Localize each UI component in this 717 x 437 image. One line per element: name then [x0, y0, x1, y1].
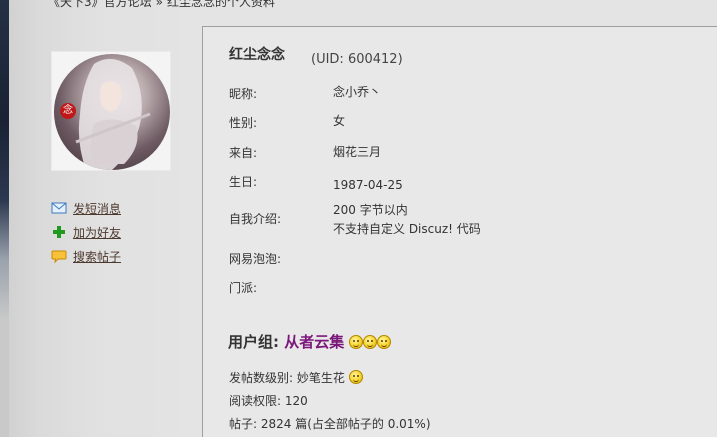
search-posts-label[interactable]: 搜索帖子 [73, 248, 121, 265]
breadcrumb: 《天下3》官方论坛» 红尘念念的个人资料 [48, 0, 275, 11]
add-friend-link[interactable]: 加为好友 [51, 220, 121, 244]
field-label-bio: 自我介绍: [229, 212, 282, 226]
avatar: 念 [51, 51, 171, 171]
user-group-heading: 用户组: 从者云集 [228, 331, 392, 352]
post-count: 帖子: 2824 篇(占全部帖子的 0.01%) [229, 417, 431, 431]
field-label-from: 来自: [229, 146, 258, 160]
post-level-text: 发帖数级别: 妙笔生花 [229, 371, 345, 385]
smiley-icon [349, 335, 364, 349]
field-label-gender: 性别: [229, 116, 258, 130]
field-value-bio: 200 字节以内 [333, 203, 408, 217]
field-value-from: 烟花三月 [333, 145, 382, 159]
avatar-badge: 念 [60, 103, 76, 119]
field-value-birthday: 1987-04-25 [333, 178, 403, 192]
read-permission: 阅读权限: 120 [229, 394, 308, 408]
breadcrumb-separator: » [155, 0, 163, 9]
field-value-nickname: 念小乔丶 [333, 85, 382, 99]
breadcrumb-current: 红尘念念的个人资料 [166, 0, 275, 9]
search-posts-link[interactable]: 搜索帖子 [51, 244, 121, 268]
smiley-icon [363, 335, 378, 349]
field-value-gender: 女 [333, 114, 346, 128]
field-label-popo: 网易泡泡: [229, 252, 282, 266]
envelope-icon [51, 202, 67, 214]
profile-uid: (UID: 600412) [311, 52, 403, 67]
background-edge [0, 0, 9, 437]
plus-icon [53, 226, 65, 238]
field-label-faction: 门派: [229, 281, 258, 295]
field-label-birthday: 生日: [229, 175, 258, 189]
user-group-label: 用户组: [228, 333, 279, 351]
user-group-name: 从者云集 [284, 333, 345, 351]
breadcrumb-site-link[interactable]: 《天下3》官方论坛 [48, 0, 152, 9]
post-level-row: 发帖数级别: 妙笔生花 [229, 369, 363, 386]
field-label-nickname: 昵称: [229, 87, 258, 101]
send-message-link[interactable]: 发短消息 [51, 196, 121, 220]
smiley-icon [348, 370, 363, 384]
smiley-icon [377, 335, 392, 349]
field-value-bio-note: 不支持自定义 Discuz! 代码 [333, 222, 481, 236]
add-friend-label[interactable]: 加为好友 [73, 224, 121, 241]
side-links: 发短消息 加为好友 搜索帖子 [51, 196, 121, 268]
avatar-image: 念 [54, 54, 170, 170]
send-message-label[interactable]: 发短消息 [73, 200, 121, 217]
speech-bubble-icon [51, 250, 67, 264]
profile-username: 红尘念念 [229, 47, 285, 63]
profile-panel: 红尘念念 (UID: 600412) 昵称: 念小乔丶 性别: 女 来自: 烟花… [202, 26, 717, 437]
